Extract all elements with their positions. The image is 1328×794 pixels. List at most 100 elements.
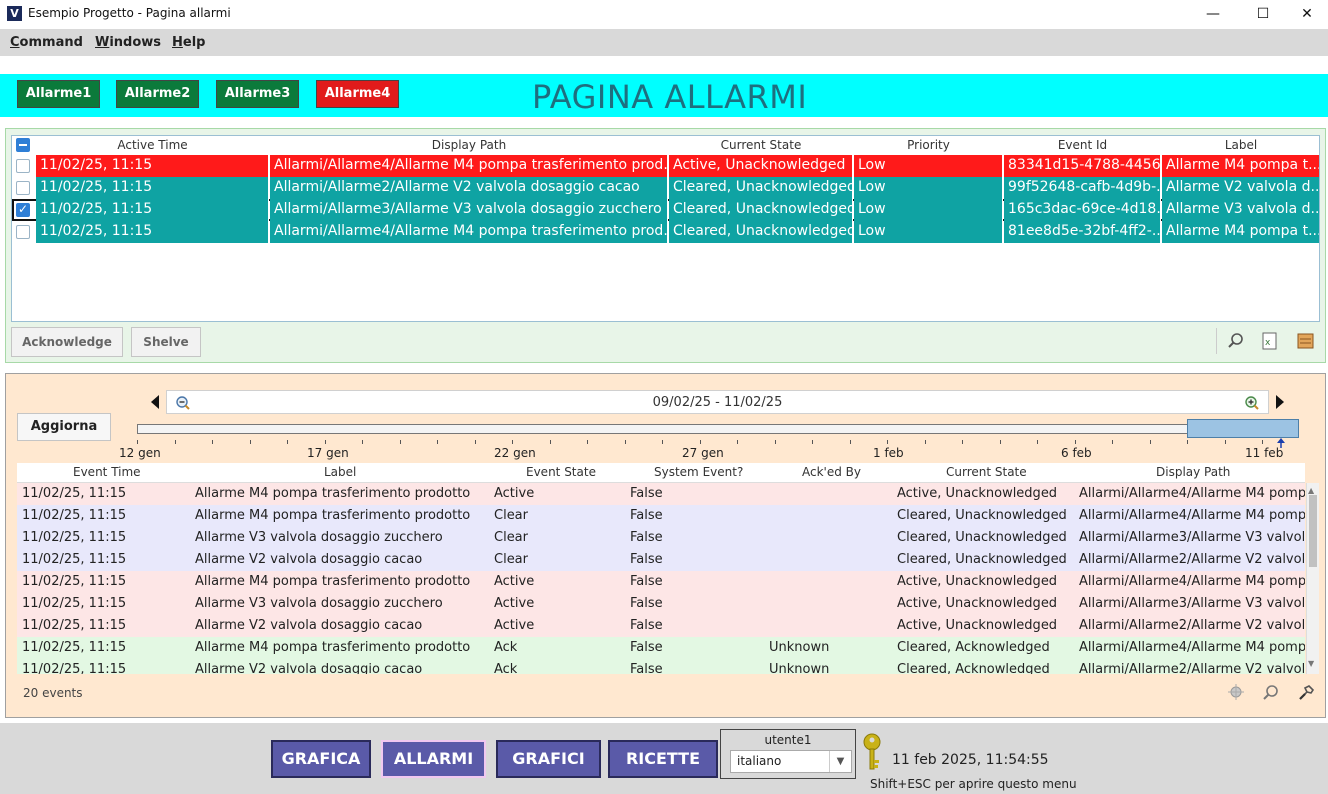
scroll-thumb[interactable] xyxy=(1309,495,1317,567)
search-icon[interactable] xyxy=(1262,684,1280,702)
acknowledge-button[interactable]: Acknowledge xyxy=(11,327,123,357)
table-cell: 11/02/25, 11:15 xyxy=(22,486,127,501)
nav-ricette-button[interactable]: RICETTE xyxy=(608,740,718,778)
previous-range-icon[interactable] xyxy=(150,394,160,410)
list-item[interactable]: 11/02/25, 11:15 Allarme V3 valvola dosagg… xyxy=(17,527,1305,549)
table-cell: Allarme V3 valvola dosaggio zucchero xyxy=(195,530,443,545)
column-header[interactable]: Display Path xyxy=(1156,465,1230,479)
select-all-checkbox[interactable] xyxy=(16,138,30,152)
list-item[interactable]: 11/02/25, 11:15 Allarme M4 pompa trasferi… xyxy=(17,571,1305,593)
row-checkbox[interactable] xyxy=(16,181,30,195)
shelve-button[interactable]: Shelve xyxy=(131,327,201,357)
column-header[interactable]: System Event? xyxy=(654,465,743,479)
locate-icon[interactable] xyxy=(1228,684,1244,700)
settings-icon[interactable] xyxy=(1297,684,1315,702)
table-cell: 11/02/25, 11:15 xyxy=(22,662,127,674)
timeline-tick xyxy=(1225,440,1226,444)
timeline-tick xyxy=(850,440,851,444)
column-header[interactable]: Event State xyxy=(526,465,596,479)
table-row[interactable]: 11/02/25, 11:15Allarmi/Allarme3/Allarme … xyxy=(12,199,1319,221)
export-excel-icon[interactable]: x xyxy=(1262,332,1278,350)
menu-windows[interactable]: Windows xyxy=(95,35,161,50)
column-header[interactable]: Event Id xyxy=(1004,138,1161,152)
table-cell: Active xyxy=(494,596,535,611)
nav-grafici-button[interactable]: GRAFICI xyxy=(496,740,601,778)
list-item[interactable]: 11/02/25, 11:15 Allarme V2 valvola dosagg… xyxy=(17,659,1305,674)
maximize-button[interactable]: ☐ xyxy=(1240,0,1286,28)
minimize-button[interactable]: — xyxy=(1190,0,1236,28)
table-row[interactable]: 11/02/25, 11:15 Allarmi/Allarme4/Allarme … xyxy=(12,221,1319,243)
timeline-label: 11 feb xyxy=(1245,446,1284,460)
tab-allarme1[interactable]: Allarme1 xyxy=(17,80,100,108)
table-row[interactable]: 11/02/25, 11:15 Allarmi/Allarme2/Allarme … xyxy=(12,177,1319,199)
search-icon[interactable] xyxy=(1227,332,1245,350)
row-checkbox[interactable] xyxy=(16,159,30,173)
language-value: italiano xyxy=(737,754,782,768)
column-header[interactable]: Event Time xyxy=(73,465,141,479)
date-range-label: 09/02/25 - 11/02/25 xyxy=(652,395,783,410)
date-range-bar[interactable]: 09/02/25 - 11/02/25 xyxy=(166,390,1269,414)
refresh-button[interactable]: Aggiorna xyxy=(17,413,111,441)
column-header[interactable]: Current State xyxy=(946,465,1027,479)
table-cell: 81ee8d5e-32bf-4ff2-... xyxy=(1004,221,1161,243)
column-header[interactable]: Display Path xyxy=(270,138,668,152)
scroll-up-icon[interactable]: ▲ xyxy=(1308,486,1314,495)
timeline-tick xyxy=(587,440,588,444)
list-item[interactable]: 11/02/25, 11:15 Allarme V2 valvola dosagg… xyxy=(17,549,1305,571)
timeline-tick xyxy=(1075,440,1076,444)
nav-allarmi-button[interactable]: ALLARMI xyxy=(381,740,486,778)
table-cell: False xyxy=(630,596,663,611)
row-checkbox[interactable] xyxy=(16,202,30,217)
timeline-tick xyxy=(512,440,513,444)
table-cell: Active, Unacknowledged xyxy=(897,618,1058,633)
shelved-alarms-icon[interactable] xyxy=(1297,332,1315,350)
column-header[interactable]: Ack'ed By xyxy=(802,465,861,479)
table-cell: Low xyxy=(854,155,1003,177)
column-header[interactable]: Label xyxy=(1162,138,1319,152)
username-label: utente1 xyxy=(764,733,812,747)
timeline-track[interactable] xyxy=(137,424,1299,434)
list-item[interactable]: 11/02/25, 11:15 Allarme M4 pompa trasferi… xyxy=(17,483,1305,505)
zoom-in-icon[interactable] xyxy=(1244,395,1260,411)
table-cell: 11/02/25, 11:15 xyxy=(22,508,127,523)
table-cell: 11/02/25, 11:15 xyxy=(22,552,127,567)
menu-command[interactable]: Command xyxy=(10,35,83,50)
list-item[interactable]: 11/02/25, 11:15 Allarme V3 valvola dosagg… xyxy=(17,593,1305,615)
timeline-tick xyxy=(475,440,476,444)
column-header[interactable]: Priority xyxy=(854,138,1003,152)
table-cell: Allarmi/Allarme4/Allarme M4 pompa... xyxy=(1079,486,1305,501)
list-item[interactable]: 11/02/25, 11:15 Allarme V2 valvola dosagg… xyxy=(17,615,1305,637)
timeline-selection[interactable] xyxy=(1187,419,1299,438)
next-range-icon[interactable] xyxy=(1275,394,1285,410)
list-item[interactable]: 11/02/25, 11:15 Allarme M4 pompa trasferi… xyxy=(17,637,1305,659)
timeline-tick xyxy=(737,440,738,444)
list-item[interactable]: 11/02/25, 11:15 Allarme M4 pompa trasferi… xyxy=(17,505,1305,527)
table-cell: Active xyxy=(494,618,535,633)
chevron-down-icon[interactable]: ▼ xyxy=(829,751,851,772)
table-cell: 11/02/25, 11:15 xyxy=(36,177,269,199)
column-header[interactable]: Active Time xyxy=(36,138,269,152)
table-cell: Allarmi/Allarme2/Allarme V2 valvola ... xyxy=(1079,618,1305,633)
language-select[interactable]: italiano ▼ xyxy=(730,750,852,773)
row-checkbox[interactable] xyxy=(16,225,30,239)
nav-grafica-button[interactable]: GRAFICA xyxy=(271,740,371,778)
menu-help[interactable]: Help xyxy=(172,35,205,50)
table-cell: 11/02/25, 11:15 xyxy=(22,596,127,611)
column-header[interactable]: Label xyxy=(324,465,356,479)
table-cell: Allarme M4 pompa t... xyxy=(1162,155,1319,177)
table-row[interactable]: 11/02/25, 11:15 Allarmi/Allarme4/Allarme … xyxy=(12,155,1319,177)
tab-allarme4[interactable]: Allarme4 xyxy=(316,80,399,108)
timeline-tick xyxy=(550,440,551,444)
scroll-down-icon[interactable]: ▼ xyxy=(1308,659,1314,668)
column-header[interactable]: Current State xyxy=(669,138,853,152)
table-cell: Clear xyxy=(494,530,528,545)
timeline-tick xyxy=(662,440,663,444)
table-cell: Unknown xyxy=(769,662,830,674)
close-button[interactable]: ✕ xyxy=(1284,0,1328,28)
tab-allarme2[interactable]: Allarme2 xyxy=(116,80,199,108)
vertical-scrollbar[interactable]: ▲ ▼ xyxy=(1306,483,1319,674)
key-icon[interactable] xyxy=(861,733,883,773)
tab-allarme3[interactable]: Allarme3 xyxy=(216,80,299,108)
user-panel: utente1 italiano ▼ xyxy=(720,729,856,779)
table-header: Event Time Label Event State System Even… xyxy=(17,463,1305,483)
